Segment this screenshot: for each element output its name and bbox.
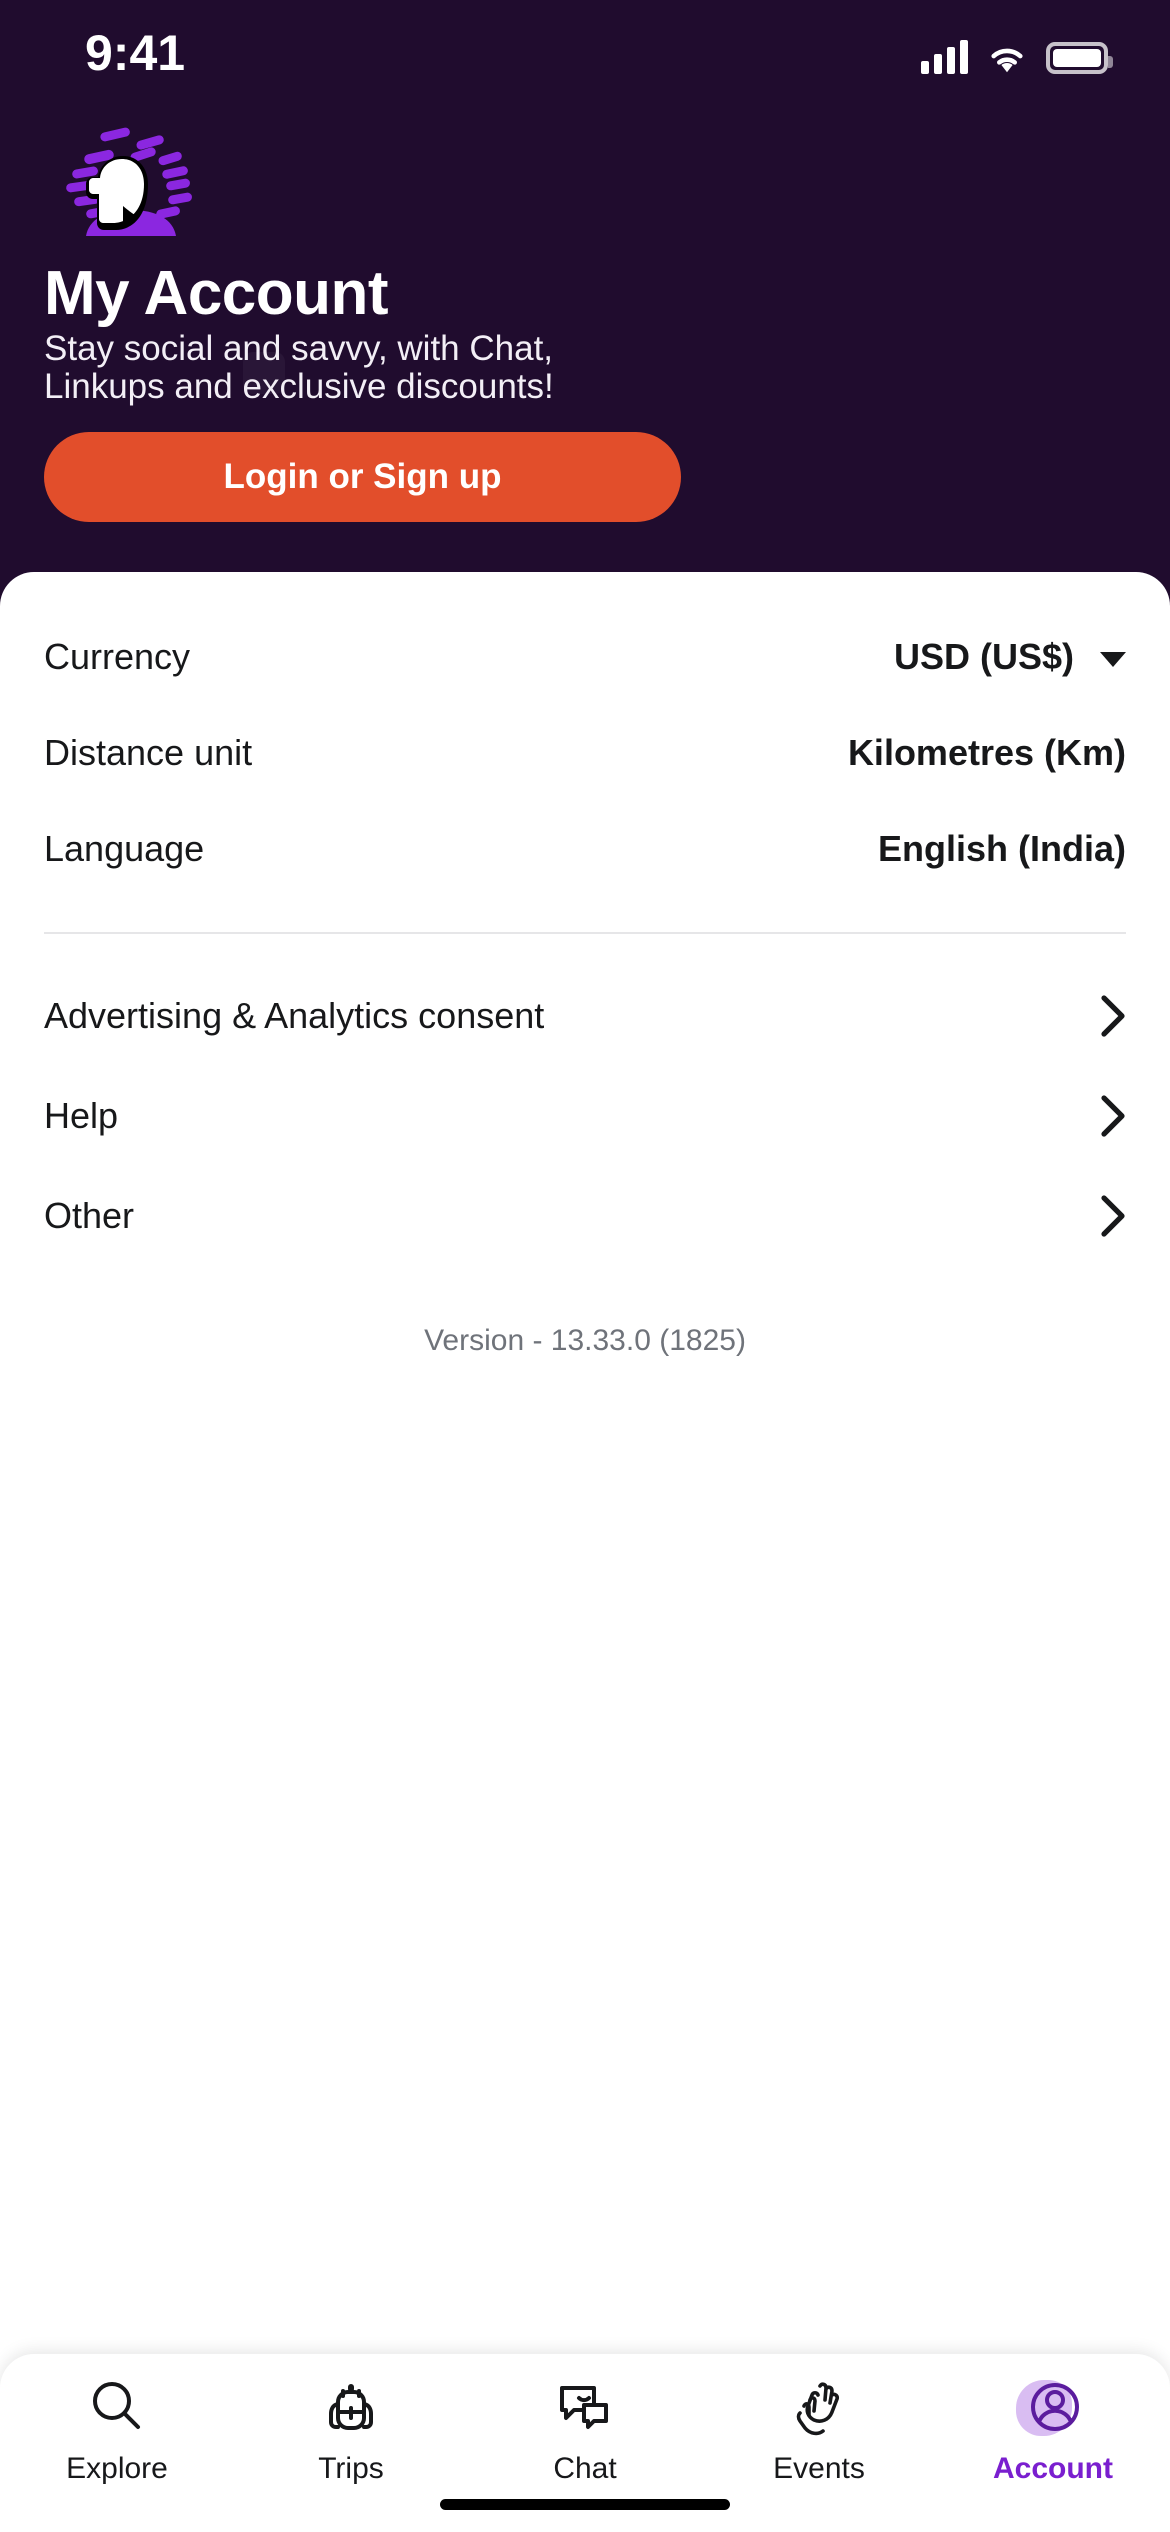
tab-events-label: Events <box>773 2452 865 2485</box>
row-currency[interactable]: Currency USD (US$) <box>44 620 1126 694</box>
page-title: My Account <box>44 259 389 328</box>
row-distance-unit-label: Distance unit <box>44 732 253 773</box>
section-divider <box>44 932 1126 934</box>
row-distance-unit[interactable]: Distance unit Kilometres (Km) <box>44 716 1126 790</box>
row-language[interactable]: Language English (India) <box>44 812 1126 886</box>
battery-icon <box>1046 42 1113 74</box>
row-advertising-analytics-consent[interactable]: Advertising & Analytics consent <box>44 972 1126 1060</box>
row-currency-value-text: USD (US$) <box>893 636 1074 677</box>
preferences-list: Currency USD (US$) Distance unit Kilomet… <box>0 620 1170 1358</box>
tab-chat-label: Chat <box>553 2452 617 2485</box>
tab-events[interactable]: Events <box>724 2374 914 2486</box>
status-bar: 9:41 <box>0 0 1170 110</box>
status-bar-time: 9:41 <box>85 25 186 81</box>
row-help[interactable]: Help <box>44 1072 1126 1160</box>
chevron-right-icon <box>1100 1094 1126 1138</box>
row-currency-value: USD (US$) <box>894 636 1126 678</box>
chevron-right-icon <box>1100 994 1126 1038</box>
row-advertising-analytics-consent-label: Advertising & Analytics consent <box>44 995 545 1036</box>
row-other[interactable]: Other <box>44 1172 1126 1260</box>
home-indicator <box>440 2499 730 2510</box>
settings-sheet: Currency USD (US$) Distance unit Kilomet… <box>0 572 1170 2532</box>
bottom-tab-bar: Explore Trips Chat Events Account <box>0 2354 1170 2532</box>
wifi-icon <box>986 40 1028 74</box>
app-version-label: Version - 13.33.0 (1825) <box>424 1324 746 1357</box>
cellular-bars-icon <box>921 40 968 74</box>
backpack-icon <box>318 2374 384 2440</box>
search-icon <box>84 2374 150 2440</box>
clapping-hands-icon <box>786 2374 852 2440</box>
row-other-label: Other <box>44 1195 135 1236</box>
login-or-signup-button[interactable]: Login or Sign up <box>44 432 681 522</box>
row-distance-unit-value: Kilometres (Km) <box>847 732 1126 773</box>
tab-explore-label: Explore <box>66 2452 168 2485</box>
row-help-label: Help <box>44 1095 119 1136</box>
row-currency-label: Currency <box>44 636 191 677</box>
tab-account[interactable]: Account <box>958 2374 1148 2486</box>
tab-account-label: Account <box>993 2452 1113 2485</box>
row-language-label: Language <box>44 828 205 869</box>
tab-chat[interactable]: Chat <box>490 2374 680 2486</box>
chat-bubbles-icon <box>552 2374 618 2440</box>
chevron-down-icon[interactable] <box>1100 651 1126 667</box>
tab-trips[interactable]: Trips <box>256 2374 446 2486</box>
hostelworld-head-logo-icon <box>44 118 219 243</box>
links-list: Advertising & Analytics consent Help Oth… <box>0 972 1170 1260</box>
chevron-right-icon <box>1100 1194 1126 1238</box>
tab-explore[interactable]: Explore <box>22 2374 212 2486</box>
decorative-blob <box>243 352 285 394</box>
status-bar-indicators <box>921 30 1113 74</box>
row-language-value: English (India) <box>878 828 1126 869</box>
tab-trips-label: Trips <box>318 2452 384 2485</box>
user-avatar-icon <box>1016 2374 1086 2440</box>
hero-subtitle: Stay social and savvy, with Chat, Linkup… <box>44 329 554 406</box>
